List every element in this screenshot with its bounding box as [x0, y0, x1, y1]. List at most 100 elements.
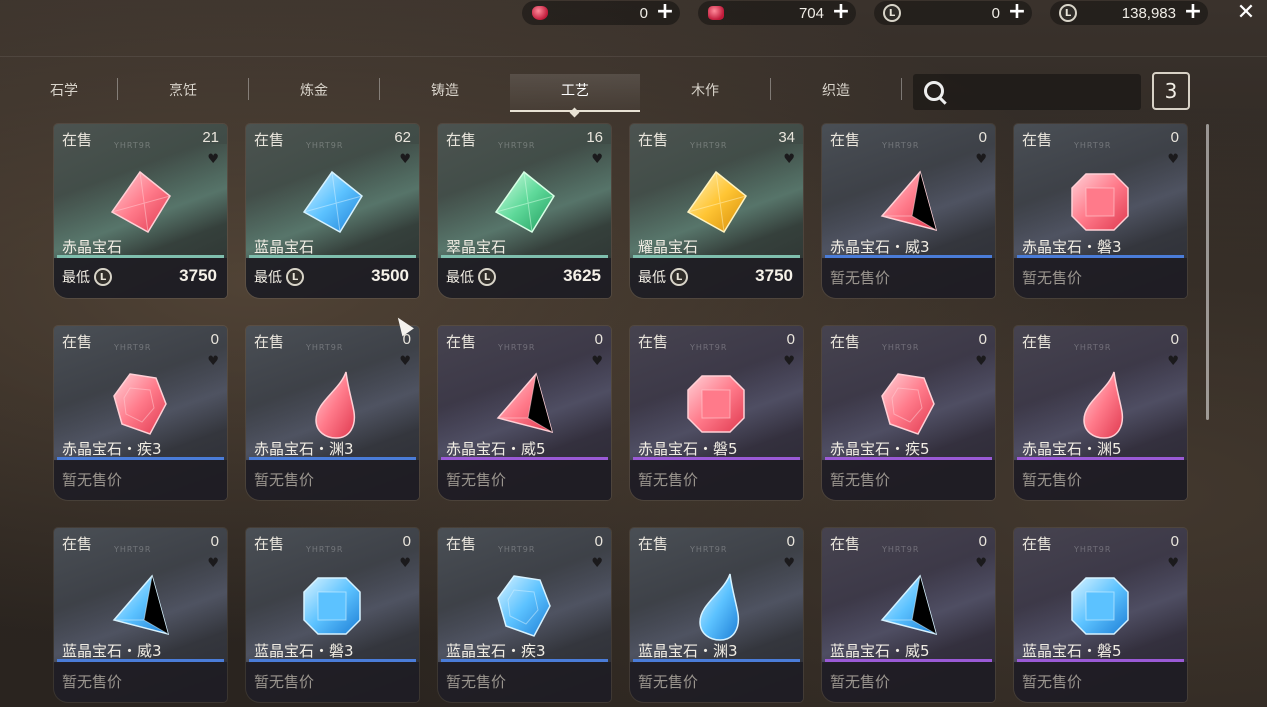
card-footer: 暂无售价: [438, 460, 611, 500]
close-icon[interactable]: ✕: [1234, 2, 1258, 24]
price-value: 3750: [755, 266, 793, 285]
item-card[interactable]: YHRT9R 在售 0 ♥ 赤晶宝石・威3 暂无售价: [822, 124, 995, 298]
gem-icon: [104, 570, 176, 642]
item-card[interactable]: YHRT9R 在售 0 ♥ 蓝晶宝石・磐3 暂无售价: [246, 528, 419, 702]
item-name: 赤晶宝石・威5: [446, 440, 546, 458]
favorite-heart-icon[interactable]: ♥: [207, 153, 219, 166]
price-value: 3750: [179, 266, 217, 285]
card-watermark: YHRT9R: [306, 343, 344, 352]
favorite-heart-icon[interactable]: ♥: [783, 153, 795, 166]
tab-stone[interactable]: 石学: [50, 74, 110, 110]
no-price-label: 暂无售价: [1022, 673, 1083, 691]
item-card[interactable]: YHRT9R 在售 0 ♥ 赤晶宝石・磐3 暂无售价: [1014, 124, 1187, 298]
item-card[interactable]: YHRT9R 在售 0 ♥ 蓝晶宝石・磐5 暂无售价: [1014, 528, 1187, 702]
coin-icon: L: [670, 268, 688, 286]
item-name: 赤晶宝石・威3: [830, 238, 930, 256]
item-card[interactable]: YHRT9R 在售 0 ♥ 赤晶宝石・疾3 暂无售价: [54, 326, 227, 500]
item-card[interactable]: YHRT9R 在售 0 ♥ 赤晶宝石・疾5 暂无售价: [822, 326, 995, 500]
no-price-label: 暂无售价: [446, 673, 507, 691]
no-price-label: 暂无售价: [830, 269, 891, 287]
tab-alchemy[interactable]: 炼金: [249, 74, 379, 110]
result-count[interactable]: 3: [1152, 72, 1190, 110]
item-name: 赤晶宝石・磐5: [638, 440, 738, 458]
item-card[interactable]: YHRT9R 在售 0 ♥ 赤晶宝石・渊5 暂无售价: [1014, 326, 1187, 500]
favorite-heart-icon[interactable]: ♥: [975, 153, 987, 166]
item-card[interactable]: YHRT9R 在售 0 ♥ 赤晶宝石・渊3 暂无售价: [246, 326, 419, 500]
add-currency-button[interactable]: +: [830, 1, 852, 24]
item-card[interactable]: YHRT9R 在售 21 ♥ 赤晶宝石 最低 L 3750: [54, 124, 227, 298]
card-footer: 暂无售价: [246, 662, 419, 702]
item-name: 赤晶宝石・渊3: [254, 440, 354, 458]
favorite-heart-icon[interactable]: ♥: [591, 557, 603, 570]
no-price-label: 暂无售价: [638, 471, 699, 489]
favorite-heart-icon[interactable]: ♥: [207, 557, 219, 570]
card-watermark: YHRT9R: [1074, 141, 1112, 150]
item-card[interactable]: YHRT9R 在售 0 ♥ 蓝晶宝石・渊3 暂无售价: [630, 528, 803, 702]
item-card[interactable]: YHRT9R 在售 0 ♥ 赤晶宝石・磐5 暂无售价: [630, 326, 803, 500]
favorite-heart-icon[interactable]: ♥: [975, 557, 987, 570]
item-card[interactable]: YHRT9R 在售 34 ♥ 耀晶宝石 最低 L 3750: [630, 124, 803, 298]
item-card[interactable]: YHRT9R 在售 0 ♥ 蓝晶宝石・威3 暂无售价: [54, 528, 227, 702]
tab-label: 工艺: [561, 83, 589, 99]
item-name: 蓝晶宝石・磐3: [254, 642, 354, 660]
favorite-heart-icon[interactable]: ♥: [399, 557, 411, 570]
favorite-heart-icon[interactable]: ♥: [975, 355, 987, 368]
coin-icon: L: [94, 268, 112, 286]
gem-icon: [488, 368, 560, 440]
favorite-heart-icon[interactable]: ♥: [783, 355, 795, 368]
on-sale-label: 在售: [254, 535, 285, 553]
scrollbar[interactable]: [1206, 124, 1209, 420]
favorite-heart-icon[interactable]: ♥: [591, 153, 603, 166]
add-currency-button[interactable]: +: [1182, 1, 1204, 24]
no-price-label: 暂无售价: [254, 673, 315, 691]
red-gem-icon: [530, 3, 550, 23]
item-name: 蓝晶宝石・磐5: [1022, 642, 1122, 660]
add-currency-button[interactable]: +: [654, 1, 676, 24]
item-card[interactable]: YHRT9R 在售 62 ♥ 蓝晶宝石 最低 L 3500: [246, 124, 419, 298]
lowest-price-label: 最低 L: [62, 267, 112, 287]
item-card[interactable]: YHRT9R 在售 16 ♥ 翠晶宝石 最低 L 3625: [438, 124, 611, 298]
divider: [0, 56, 1267, 57]
tab-crafting[interactable]: 工艺: [510, 74, 640, 118]
coin-icon: L: [1058, 3, 1078, 23]
favorite-heart-icon[interactable]: ♥: [1167, 153, 1179, 166]
item-card[interactable]: YHRT9R 在售 0 ♥ 蓝晶宝石・疾3 暂无售价: [438, 528, 611, 702]
listing-count: 0: [978, 331, 987, 348]
card-watermark: YHRT9R: [498, 545, 536, 554]
no-price-label: 暂无售价: [446, 471, 507, 489]
item-card[interactable]: YHRT9R 在售 0 ♥ 赤晶宝石・威5 暂无售价: [438, 326, 611, 500]
active-indicator: [569, 107, 580, 118]
card-footer: 最低 L 3750: [54, 258, 227, 298]
favorite-heart-icon[interactable]: ♥: [399, 355, 411, 368]
search-input[interactable]: [959, 78, 1133, 106]
gem-icon: [1064, 166, 1136, 238]
coin-icon: L: [882, 3, 902, 23]
add-currency-button[interactable]: +: [1006, 1, 1028, 24]
currency-red-crystal: 704 +: [698, 1, 856, 25]
no-price-label: 暂无售价: [638, 673, 699, 691]
favorite-heart-icon[interactable]: ♥: [783, 557, 795, 570]
favorite-heart-icon[interactable]: ♥: [591, 355, 603, 368]
listing-count: 0: [1170, 533, 1179, 550]
search-icon[interactable]: [924, 81, 944, 101]
card-footer: 暂无售价: [630, 662, 803, 702]
favorite-heart-icon[interactable]: ♥: [399, 153, 411, 166]
item-card[interactable]: YHRT9R 在售 0 ♥ 蓝晶宝石・威5 暂无售价: [822, 528, 995, 702]
tab-woodwork[interactable]: 木作: [640, 74, 770, 110]
favorite-heart-icon[interactable]: ♥: [1167, 355, 1179, 368]
search-box: [913, 74, 1141, 110]
lowest-label-text: 最低: [62, 270, 90, 286]
item-name: 蓝晶宝石・威5: [830, 642, 930, 660]
card-footer: 暂无售价: [1014, 460, 1187, 500]
tab-weaving[interactable]: 织造: [771, 74, 901, 110]
on-sale-label: 在售: [638, 535, 669, 553]
tab-forging[interactable]: 铸造: [380, 74, 510, 110]
favorite-heart-icon[interactable]: ♥: [1167, 557, 1179, 570]
card-watermark: YHRT9R: [690, 545, 728, 554]
no-price-label: 暂无售价: [254, 471, 315, 489]
category-tabs: 石学 烹饪 炼金 铸造 工艺 木作 织造: [50, 74, 910, 118]
favorite-heart-icon[interactable]: ♥: [207, 355, 219, 368]
listing-count: 16: [586, 129, 603, 146]
card-watermark: YHRT9R: [882, 545, 920, 554]
tab-cooking[interactable]: 烹饪: [118, 74, 248, 110]
